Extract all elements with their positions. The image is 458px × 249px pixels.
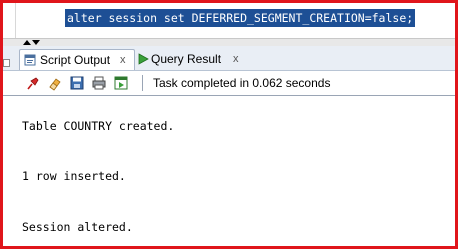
selected-sql-statement[interactable]: alter session set DEFERRED_SEGMENT_CREAT… <box>65 9 416 27</box>
output-line: Session altered. <box>22 220 133 234</box>
editor-gutter <box>3 0 16 38</box>
run-icon <box>138 53 149 65</box>
export-icon[interactable] <box>113 75 129 91</box>
task-status-text: Task completed in 0.062 seconds <box>153 76 331 90</box>
save-icon[interactable] <box>69 75 85 91</box>
script-output-icon <box>24 54 36 66</box>
tab-script-output[interactable]: Script Output x <box>19 49 135 70</box>
print-icon[interactable] <box>91 75 107 91</box>
collapse-up-icon[interactable] <box>23 40 31 45</box>
output-tab-strip: Script Output x Query Result x <box>3 46 455 71</box>
tab-script-output-close[interactable]: x <box>120 50 126 70</box>
tab-query-result-close[interactable]: x <box>233 49 239 69</box>
eraser-icon[interactable] <box>47 75 63 91</box>
output-toolbar: Task completed in 0.062 seconds <box>3 71 455 96</box>
output-line: Table COUNTRY created. <box>22 119 175 133</box>
toolbar-separator <box>142 75 143 91</box>
pin-icon[interactable] <box>25 75 41 91</box>
sql-editor[interactable]: alter session set DEFERRED_SEGMENT_CREAT… <box>3 0 455 38</box>
output-line: 1 row inserted. <box>22 169 126 183</box>
tab-query-result[interactable]: Query Result x <box>135 49 251 69</box>
script-output-panel[interactable]: Table COUNTRY created. 1 row inserted. S… <box>3 96 455 246</box>
tab-query-result-label: Query Result <box>151 52 222 66</box>
expand-down-icon[interactable] <box>32 40 40 45</box>
tab-script-output-label: Script Output <box>40 53 111 67</box>
panel-edge-marker <box>3 59 10 67</box>
